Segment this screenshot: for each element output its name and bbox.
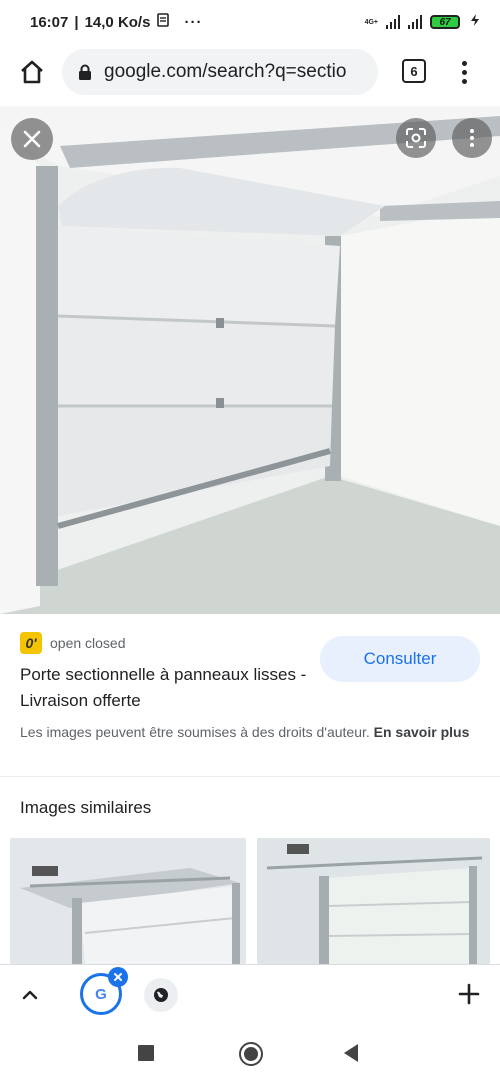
result-title[interactable]: Porte sectionnelle à panneaux lisses - L… [20,662,310,714]
source-name: open closed [50,635,126,651]
address-bar[interactable]: google.com/search?q=sectio [62,49,378,95]
section-divider [0,776,500,777]
lock-icon [79,64,91,80]
status-time: 16:07 [30,13,69,31]
status-overflow: ··· [184,13,203,31]
preview-image[interactable] [0,106,500,614]
source-row[interactable]: 0' open closed [20,632,126,654]
network-type: 4G+ [364,18,378,26]
system-nav-bar [0,1024,500,1084]
recent-apps-icon[interactable] [138,1045,154,1061]
status-bar: 16:07 | 14,0 Ko/s ··· 4G+ 67 [0,0,500,44]
battery-icon: 67 [430,15,460,29]
status-left: 16:07 | 14,0 Ko/s ··· [30,13,202,31]
plus-icon[interactable] [456,981,482,1007]
globe-icon[interactable] [144,978,178,1012]
status-speed: 14,0 Ko/s [84,13,151,31]
status-separator: | [74,13,79,31]
google-tab-letter: G [95,985,107,1003]
menu-icon[interactable] [452,56,476,88]
sim-card-icon [156,13,170,31]
google-lens-icon [406,128,426,148]
tab-switcher-button[interactable]: 6 [402,59,426,83]
learn-more-link[interactable]: En savoir plus [374,724,470,740]
chevron-up-icon[interactable] [18,983,42,1007]
bottom-toolbar: G [0,964,500,1022]
back-icon[interactable] [344,1044,358,1062]
home-nav-icon[interactable] [239,1042,263,1066]
close-icon [23,130,41,148]
url-text: google.com/search?q=sectio [104,61,347,82]
google-lens-button[interactable] [396,118,436,158]
wifi-signal-icon [408,15,422,29]
signal-icon [386,15,400,29]
similar-image-thumbnail[interactable] [257,838,490,964]
home-icon [21,60,43,84]
status-right: 4G+ 67 [365,13,482,31]
browser-toolbar: google.com/search?q=sectio 6 [0,44,500,100]
similar-images-heading: Images similaires [20,798,152,817]
copyright-notice: Les images peuvent être soumises à des d… [20,722,480,743]
similar-image-thumbnail[interactable] [10,838,246,964]
charging-icon [468,13,482,31]
more-vert-icon[interactable] [452,118,492,158]
copyright-text: Les images peuvent être soumises à des d… [20,724,370,740]
site-favicon: 0' [20,632,42,654]
home-button[interactable] [16,56,48,88]
consult-button[interactable]: Consulter [320,636,480,682]
close-badge-icon[interactable] [108,967,128,987]
close-preview-button[interactable] [11,118,53,160]
